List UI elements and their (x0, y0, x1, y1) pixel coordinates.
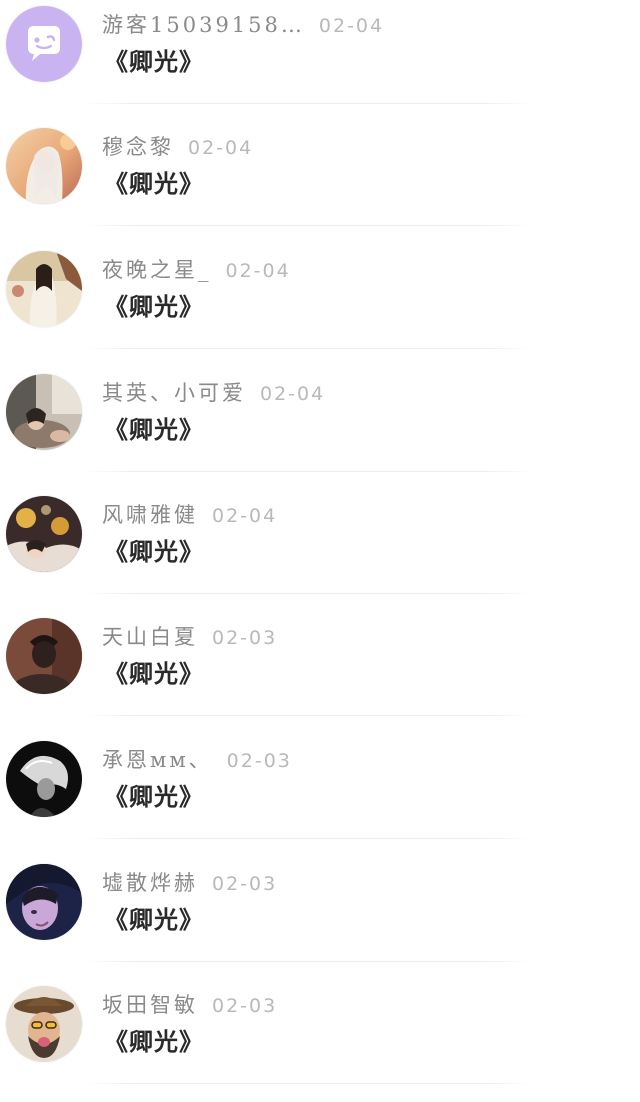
comment-date: 02-04 (318, 15, 385, 37)
user-avatar (6, 618, 82, 694)
comment-date: 02-04 (225, 260, 291, 282)
comment-text: 《卿光》 (104, 782, 204, 811)
user-avatar (6, 496, 82, 572)
comment-item[interactable]: 夜晚之星_ 02-04 《卿光》 (0, 245, 640, 367)
nickname[interactable]: 穆念黎 (102, 135, 174, 159)
avatar[interactable] (6, 864, 82, 940)
comment-item[interactable]: 游客15039158… 02-04 《卿光》 (0, 0, 640, 122)
comment-meta: 其英、小可爱 02-04 (102, 376, 325, 410)
comment-meta: 坂田智敏 02-03 (102, 988, 277, 1022)
divider (84, 1083, 534, 1084)
comment-meta: 墟散烨赫 02-03 (102, 866, 277, 900)
avatar[interactable] (6, 374, 82, 450)
comment-date: 02-04 (212, 505, 278, 527)
comment-text: 《卿光》 (104, 47, 204, 76)
avatar[interactable] (6, 986, 82, 1062)
avatar[interactable] (6, 741, 82, 817)
comment-text: 《卿光》 (104, 169, 204, 198)
comment-meta: 游客15039158… 02-04 (102, 8, 384, 42)
nickname[interactable]: 坂田智敏 (102, 993, 198, 1017)
comment-meta: 天山白夏 02-03 (102, 620, 277, 654)
divider (84, 838, 534, 839)
user-avatar (6, 741, 82, 817)
avatar[interactable] (6, 496, 82, 572)
divider (84, 471, 534, 472)
comment-date: 02-04 (260, 383, 326, 405)
avatar[interactable] (6, 6, 82, 82)
nickname[interactable]: 承恩мм、 (102, 748, 213, 772)
comment-item[interactable]: 承恩мм、 02-03 《卿光》 (0, 735, 640, 857)
comment-meta: 穆念黎 02-04 (102, 130, 253, 164)
ghost-chat-icon (6, 6, 82, 82)
comment-item[interactable]: 其英、小可爱 02-04 《卿光》 (0, 368, 640, 490)
avatar[interactable] (6, 251, 82, 327)
comment-text: 《卿光》 (104, 537, 204, 566)
user-avatar (6, 128, 82, 204)
comment-date: 02-04 (188, 137, 254, 159)
comment-list: 游客15039158… 02-04 《卿光》 穆念黎 02-04 《卿光》 夜晚… (0, 0, 640, 1091)
comment-date: 02-03 (212, 627, 278, 649)
nickname[interactable]: 其英、小可爱 (102, 381, 246, 405)
nickname[interactable]: 游客15039158… (102, 13, 305, 37)
comment-item[interactable]: 风啸雅健 02-04 《卿光》 (0, 490, 640, 612)
divider (84, 961, 534, 962)
user-avatar (6, 374, 82, 450)
user-avatar (6, 251, 82, 327)
comment-text: 《卿光》 (104, 415, 204, 444)
comment-text: 《卿光》 (104, 905, 204, 934)
divider (84, 715, 534, 716)
comment-text: 《卿光》 (104, 1027, 204, 1056)
user-avatar (6, 986, 82, 1062)
nickname[interactable]: 风啸雅健 (102, 503, 198, 527)
comment-date: 02-03 (226, 750, 292, 772)
comment-meta: 承恩мм、 02-03 (102, 743, 292, 777)
comment-item[interactable]: 坂田智敏 02-03 《卿光》 (0, 980, 640, 1102)
comment-text: 《卿光》 (104, 659, 204, 688)
avatar[interactable] (6, 128, 82, 204)
divider (84, 103, 534, 104)
avatar[interactable] (6, 618, 82, 694)
comment-date: 02-03 (212, 995, 278, 1017)
nickname[interactable]: 墟散烨赫 (102, 871, 198, 895)
divider (84, 348, 534, 349)
comment-date: 02-03 (212, 873, 278, 895)
comment-item[interactable]: 天山白夏 02-03 《卿光》 (0, 612, 640, 734)
comment-item[interactable]: 穆念黎 02-04 《卿光》 (0, 122, 640, 244)
comment-text: 《卿光》 (104, 292, 204, 321)
comment-meta: 夜晚之星_ 02-04 (102, 253, 291, 287)
nickname[interactable]: 天山白夏 (102, 625, 198, 649)
user-avatar (6, 864, 82, 940)
divider (84, 593, 534, 594)
comment-meta: 风啸雅健 02-04 (102, 498, 277, 532)
divider (84, 225, 534, 226)
comment-item[interactable]: 墟散烨赫 02-03 《卿光》 (0, 858, 640, 980)
nickname[interactable]: 夜晚之星_ (102, 258, 212, 282)
